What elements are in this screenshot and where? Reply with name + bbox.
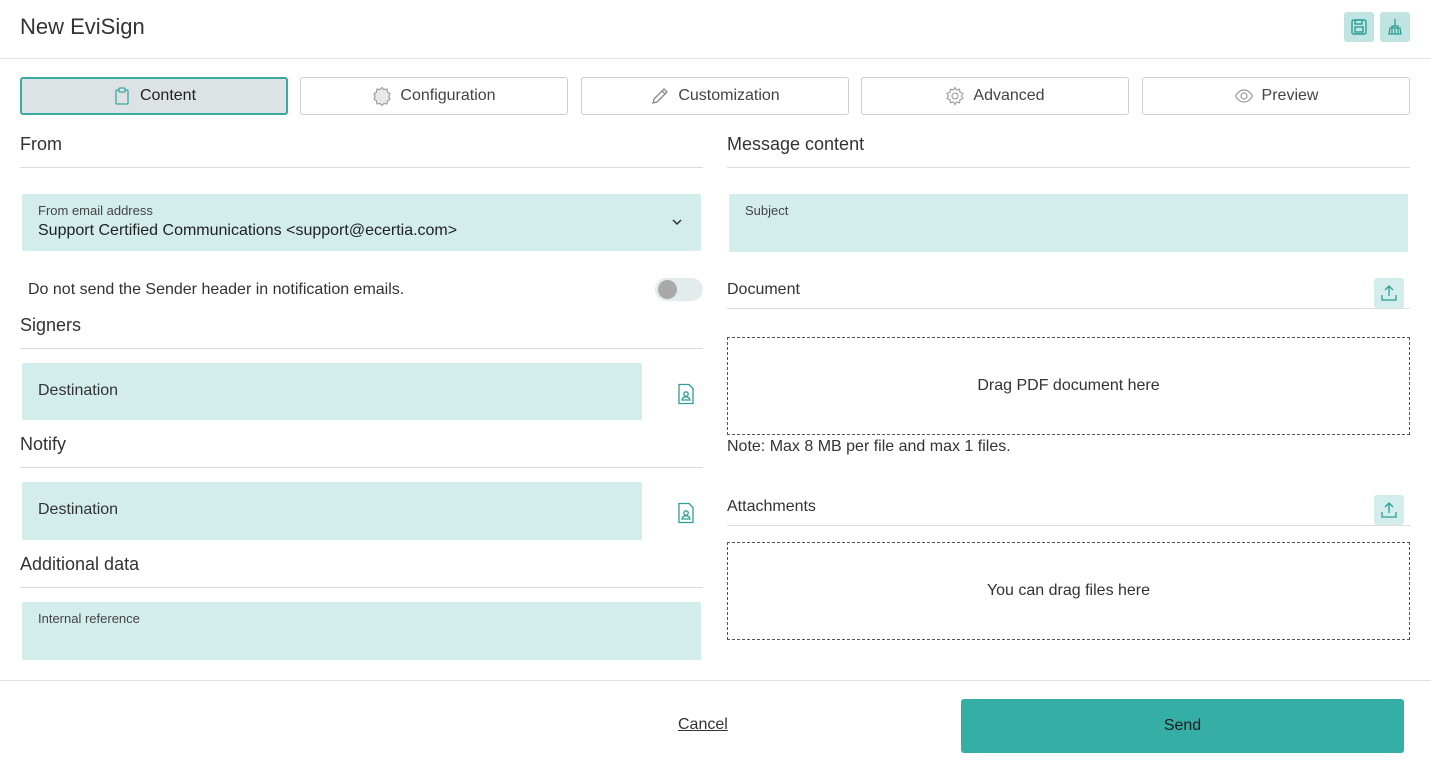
divider bbox=[727, 525, 1410, 526]
tab-label: Content bbox=[139, 87, 197, 104]
tab-configuration[interactable]: Configuration bbox=[300, 77, 568, 115]
sender-header-toggle-label: Do not send the Sender header in notific… bbox=[28, 281, 405, 298]
tab-advanced[interactable]: Advanced bbox=[861, 77, 1129, 115]
tab-label: Advanced bbox=[973, 87, 1045, 104]
floppy-disk-icon bbox=[1351, 19, 1367, 35]
notify-section-title: Notify bbox=[20, 434, 67, 454]
divider bbox=[20, 348, 703, 349]
sender-header-toggle[interactable] bbox=[655, 278, 703, 301]
toggle-knob bbox=[658, 280, 677, 299]
tab-content[interactable]: Content bbox=[20, 77, 288, 115]
from-email-select[interactable]: From email address Support Certified Com… bbox=[22, 194, 701, 251]
contact-book-icon[interactable] bbox=[676, 383, 696, 405]
upload-document-button[interactable] bbox=[1374, 278, 1404, 308]
tab-customization[interactable]: Customization bbox=[581, 77, 849, 115]
badge-icon bbox=[373, 86, 392, 106]
dialog-header: New EviSign bbox=[0, 0, 1431, 59]
document-size-note: Note: Max 8 MB per file and max 1 files. bbox=[727, 438, 1011, 455]
pencil-icon bbox=[652, 88, 669, 104]
internal-reference-label: Internal reference bbox=[38, 611, 140, 626]
document-dropzone-text: Drag PDF document here bbox=[977, 377, 1160, 394]
tab-label: Configuration bbox=[400, 87, 496, 104]
notify-destination-input[interactable]: Destination bbox=[22, 482, 642, 540]
gear-icon bbox=[946, 86, 965, 106]
divider bbox=[727, 308, 1410, 309]
document-section-title: Document bbox=[727, 281, 800, 298]
divider bbox=[20, 587, 703, 588]
from-email-label: From email address bbox=[38, 203, 153, 218]
notify-destination-placeholder: Destination bbox=[38, 501, 119, 518]
attachments-section-title: Attachments bbox=[727, 498, 816, 515]
upload-icon bbox=[1381, 502, 1397, 518]
subject-input[interactable]: Subject bbox=[729, 194, 1408, 252]
subject-label: Subject bbox=[745, 203, 789, 218]
broom-icon bbox=[1388, 19, 1402, 35]
from-email-value: Support Certified Communications <suppor… bbox=[38, 222, 458, 239]
clipboard-icon bbox=[115, 87, 129, 105]
clear-form-button[interactable] bbox=[1380, 12, 1410, 42]
send-button[interactable]: Send bbox=[961, 699, 1404, 753]
attachments-dropzone[interactable]: You can drag files here bbox=[727, 542, 1410, 640]
chevron-down-icon bbox=[672, 219, 682, 226]
contact-book-icon[interactable] bbox=[676, 502, 696, 524]
upload-icon bbox=[1381, 285, 1397, 301]
document-dropzone[interactable]: Drag PDF document here bbox=[727, 337, 1410, 435]
tab-preview[interactable]: Preview bbox=[1142, 77, 1410, 115]
upload-attachment-button[interactable] bbox=[1374, 495, 1404, 525]
signers-section-title: Signers bbox=[20, 315, 82, 335]
signers-destination-placeholder: Destination bbox=[38, 382, 119, 399]
message-content-section-title: Message content bbox=[727, 134, 865, 154]
cancel-button[interactable]: Cancel bbox=[678, 716, 728, 734]
page-title: New EviSign bbox=[20, 14, 145, 39]
attachments-dropzone-text: You can drag files here bbox=[986, 582, 1151, 599]
eye-icon bbox=[1234, 89, 1253, 103]
from-section-title: From bbox=[20, 134, 62, 154]
save-draft-button[interactable] bbox=[1344, 12, 1374, 42]
divider bbox=[20, 467, 703, 468]
additional-data-section-title: Additional data bbox=[20, 554, 140, 574]
tab-label: Preview bbox=[1261, 87, 1319, 104]
footer-divider bbox=[0, 680, 1431, 681]
divider bbox=[20, 167, 703, 168]
tab-label: Customization bbox=[678, 87, 780, 104]
internal-reference-input[interactable]: Internal reference bbox=[22, 602, 701, 660]
signers-destination-input[interactable]: Destination bbox=[22, 363, 642, 420]
divider bbox=[727, 167, 1410, 168]
